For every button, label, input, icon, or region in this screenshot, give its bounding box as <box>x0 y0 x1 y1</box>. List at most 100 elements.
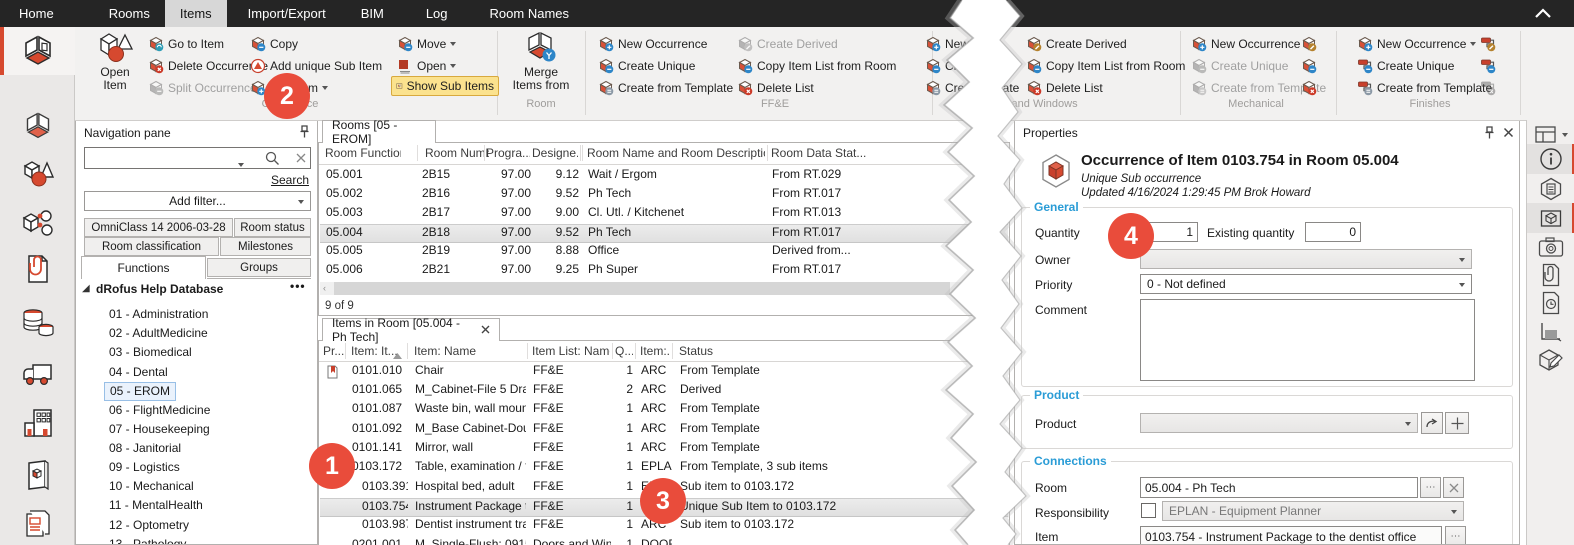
product-add-button[interactable] <box>1445 412 1469 434</box>
torn-create-unique-button[interactable]: Create Unique <box>925 56 971 76</box>
column-header[interactable]: Progra... <box>486 146 530 160</box>
room-row[interactable]: 05.0032B17 97.009.00 Cl. Utl. / Kitchene… <box>320 205 1008 224</box>
room-row-selected[interactable]: 05.0042B18 97.009.52 Ph TechFrom RT.017 <box>320 224 1008 243</box>
column-header[interactable]: Room Number <box>425 146 489 160</box>
tab-bim-edit[interactable] <box>1527 345 1574 375</box>
filter-tab-milestones[interactable]: Milestones <box>220 237 311 256</box>
menu-tab-room-names[interactable]: Room Names <box>475 0 584 27</box>
comment-textarea[interactable] <box>1140 299 1475 381</box>
tab-statistics[interactable] <box>1527 317 1574 347</box>
tab-item-data[interactable] <box>1527 174 1574 204</box>
item-browse-button[interactable]: ⋯ <box>1445 526 1466 545</box>
fin-create-unique-button[interactable]: Create Unique <box>1357 56 1454 76</box>
torn-create-from-template-button[interactable]: Create from Template <box>925 78 971 98</box>
tree-root-menu-icon[interactable]: ••• <box>290 279 306 293</box>
sidebar-item-items[interactable] <box>0 149 75 197</box>
close-tab-icon[interactable] <box>481 323 490 337</box>
menu-tab-rooms[interactable]: Rooms <box>94 0 165 27</box>
tree-item-janitorial[interactable]: 08 - Janitorial <box>109 441 181 455</box>
owner-dropdown[interactable] <box>1140 249 1472 269</box>
column-header[interactable]: Room Data Stat... <box>771 146 1007 160</box>
search-link[interactable]: Search <box>271 173 309 187</box>
split-occurrence-button[interactable]: Split Occurrence <box>148 78 257 98</box>
filter-tab-omniclass[interactable]: OmniClass 14 2006-03-28 <box>84 218 233 237</box>
doors-copy-item-list-button[interactable]: Copy Item List from Room <box>1026 56 1185 76</box>
tree-item-biomedical[interactable]: 03 - Biomedical <box>109 345 192 359</box>
fin-derived-icon-button[interactable] <box>1480 34 1496 54</box>
tree-item-pathology[interactable]: 13 - Pathology <box>109 537 186 545</box>
room-browse-button[interactable]: ⋯ <box>1420 477 1441 498</box>
collapse-ribbon-icon[interactable] <box>1534 7 1552 22</box>
ffe-copy-item-list-button[interactable]: Copy Item List from Room <box>737 56 896 76</box>
item-row[interactable]: 0101.141Mirror, wall FF&E1 ARCFrom Templ… <box>320 440 1008 459</box>
responsibility-checkbox[interactable] <box>1141 503 1156 518</box>
sidebar-item-reports[interactable] <box>0 499 75 545</box>
column-header[interactable]: Room Name and Room Description <box>587 146 765 160</box>
product-dropdown[interactable] <box>1140 413 1418 433</box>
item-input[interactable] <box>1140 526 1442 545</box>
scroll-left-arrow-icon[interactable]: ‹ <box>323 283 326 293</box>
item-row[interactable]: 0101.010Chair FF&E1 ARCFrom Template <box>320 363 1008 382</box>
open-item-button[interactable]: Open Item <box>86 31 144 92</box>
column-header[interactable]: Item List: Name <box>532 344 610 358</box>
tree-item-mechanical[interactable]: 10 - Mechanical <box>109 479 194 493</box>
clear-search-icon[interactable] <box>295 152 307 167</box>
column-header[interactable]: Room Function # <box>325 146 401 160</box>
mech-new-occurrence-button[interactable]: New Occurrence <box>1191 34 1300 54</box>
search-icon[interactable] <box>265 151 280 169</box>
copy-button[interactable]: Copy <box>250 34 298 54</box>
search-input[interactable] <box>87 149 232 167</box>
tab-photos[interactable] <box>1527 232 1574 262</box>
room-row[interactable]: 05.0012B15 97.009.12 Wait / ErgomFrom RT… <box>320 167 1008 186</box>
tab-log[interactable] <box>1527 288 1574 318</box>
tab-attachments[interactable] <box>1527 260 1574 290</box>
fin-new-occurrence-button[interactable]: New Occurrence <box>1357 34 1476 54</box>
menu-tab-items[interactable]: Items <box>165 0 227 27</box>
fin-delete-icon-button[interactable] <box>1480 78 1496 98</box>
mech-create-unique-button[interactable]: Create Unique <box>1191 56 1288 76</box>
filter-tab-functions[interactable]: Functions <box>81 256 206 279</box>
horizontal-scrollbar[interactable]: ‹ <box>320 282 1008 295</box>
doors-create-derived-button[interactable]: Create Derived <box>1026 34 1127 54</box>
room-row[interactable]: 05.0062B21 97.009.25 Ph SuperFrom RT.017 <box>320 262 1008 281</box>
tab-info[interactable] <box>1527 144 1574 174</box>
sidebar-item-rooms-alt[interactable] <box>0 102 75 150</box>
show-sub-items-button[interactable]: Show Sub Items <box>391 76 499 96</box>
ffe-create-from-template-button[interactable]: Create from Template <box>598 78 733 98</box>
doors-delete-list-button[interactable]: Delete List <box>1026 78 1103 98</box>
fin-create-from-template-button[interactable]: Create from Template <box>1357 78 1492 98</box>
sidebar-item-attachments[interactable] <box>0 245 75 293</box>
column-header[interactable]: Q... <box>615 344 633 358</box>
move-button[interactable]: Move <box>397 34 456 54</box>
tree-item-optometry[interactable]: 12 - Optometry <box>109 518 189 532</box>
menu-tab-bim[interactable]: BIM <box>346 0 399 27</box>
sidebar-item-products[interactable] <box>0 199 75 247</box>
tree-item-administration[interactable]: 01 - Administration <box>109 307 208 321</box>
sidebar-item-buildings[interactable] <box>0 399 75 447</box>
column-header[interactable]: Pr... <box>323 344 344 358</box>
ffe-create-unique-button[interactable]: Create Unique <box>598 56 695 76</box>
sidebar-item-catalog[interactable] <box>0 451 75 499</box>
tree-item-erom-selected[interactable]: 05 - EROM <box>109 384 176 401</box>
pin-icon[interactable] <box>1483 126 1496 143</box>
tab-occurrence[interactable] <box>1527 203 1574 233</box>
room-input[interactable] <box>1140 477 1418 498</box>
pin-icon[interactable] <box>298 125 311 142</box>
mech-derived-icon-button[interactable] <box>1301 34 1317 54</box>
rooms-tab[interactable]: Rooms [05 - EROM] <box>322 120 436 143</box>
close-panel-icon[interactable] <box>1503 127 1514 141</box>
mech-delete-icon-button[interactable] <box>1301 78 1317 98</box>
sidebar-item-logistics[interactable] <box>0 349 75 397</box>
item-row[interactable]: 0201.001M_Single-Flush: 0915 x... Doors … <box>320 537 1008 545</box>
tree-item-mentalhealth[interactable]: 11 - MentalHealth <box>109 498 203 512</box>
ffe-new-occurrence-button[interactable]: New Occurrence <box>598 34 707 54</box>
add-unique-sub-item-button[interactable]: Add unique Sub Item <box>250 56 382 76</box>
item-row[interactable]: 0101.065M_Cabinet-File 5 Drawe... FF&E2 … <box>320 382 1008 401</box>
merge-items-from-button[interactable]: Merge Items from <box>503 31 579 92</box>
tree-item-adultmedicine[interactable]: 02 - AdultMedicine <box>109 326 208 340</box>
column-header[interactable]: Item: Name <box>414 344 525 358</box>
column-header[interactable]: Status <box>679 344 969 358</box>
torn-new-occurrence-button[interactable]: New Occurrence <box>925 34 971 54</box>
tree-item-housekeeping[interactable]: 07 - Housekeeping <box>109 422 210 436</box>
tree-item-flightmedicine[interactable]: 06 - FlightMedicine <box>109 403 210 417</box>
